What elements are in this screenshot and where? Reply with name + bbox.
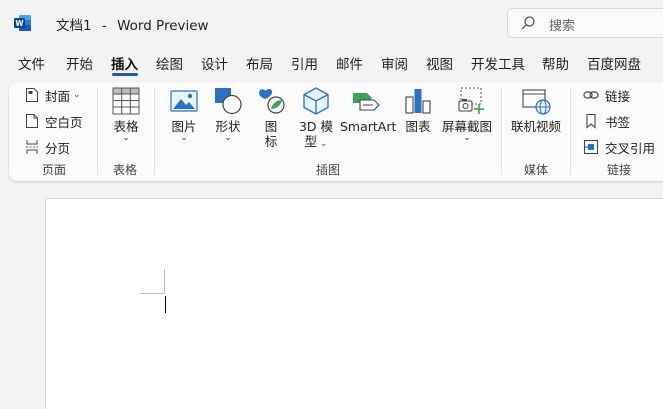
online-video-label: 联机视频 — [510, 119, 561, 134]
online-video-button[interactable]: 联机视频 — [510, 86, 562, 134]
search-box[interactable]: 搜索 — [507, 8, 663, 38]
illustrations-group-label: 插图 — [316, 163, 341, 177]
bookmark-icon — [586, 113, 596, 129]
ribbon-tabs: 文件 开始 插入 绘图 设计 布局 引用 邮件 审阅 视图 开发工具 帮助 百度… — [0, 48, 663, 78]
tab-insert[interactable]: 插入 — [111, 53, 138, 73]
smartart-button[interactable]: SmartArt — [340, 86, 397, 134]
screenshot-label: 屏幕截图 — [441, 119, 492, 134]
shapes-icon — [215, 88, 242, 115]
tab-draw[interactable]: 绘图 — [156, 53, 183, 73]
table-icon — [112, 87, 140, 115]
tab-review[interactable]: 审阅 — [381, 53, 408, 73]
chevron-down-icon: ⌄ — [224, 133, 232, 143]
title-bar: W 文档1 - Word Preview 搜索 — [0, 0, 663, 46]
tab-view[interactable]: 视图 — [426, 53, 453, 73]
page-break-icon — [26, 140, 38, 154]
text-cursor — [165, 296, 166, 313]
cover-page-button[interactable]: 封面 ⌄ — [25, 84, 81, 106]
chart-label: 图表 — [405, 119, 431, 134]
blank-page-button[interactable]: 空白页 — [25, 110, 83, 132]
document-name: 文档1 — [56, 18, 92, 34]
cover-page-icon — [26, 88, 38, 102]
tab-references[interactable]: 引用 — [291, 53, 318, 73]
chevron-down-icon: ⌄ — [319, 139, 328, 149]
pages-group-label: 页面 — [42, 163, 67, 177]
bookmark-button[interactable]: 书签 — [583, 110, 630, 132]
icons-label-line1: 图 — [264, 119, 278, 134]
shapes-button[interactable]: 形状 ⌄ — [211, 86, 245, 143]
table-button[interactable]: 表格 ⌄ — [109, 86, 143, 143]
search-icon — [521, 16, 535, 30]
tab-file[interactable]: 文件 — [18, 53, 45, 73]
tab-design[interactable]: 设计 — [201, 53, 228, 73]
search-placeholder: 搜索 — [549, 19, 576, 34]
tab-developer[interactable]: 开发工具 — [471, 53, 525, 73]
smartart-label: SmartArt — [340, 119, 397, 134]
chart-button[interactable]: 图表 — [401, 86, 435, 134]
bookmark-label: 书签 — [605, 114, 631, 130]
group-divider — [501, 88, 502, 175]
page-break-label: 分页 — [45, 140, 71, 156]
media-group-label: 媒体 — [524, 163, 549, 177]
page-break-button[interactable]: 分页 — [25, 136, 70, 158]
icons-button[interactable]: 图 标 — [256, 86, 286, 149]
screenshot-button[interactable]: 屏幕截图 ⌄ — [441, 86, 493, 143]
cross-reference-button[interactable]: 交叉引用 — [583, 136, 655, 158]
group-divider — [97, 88, 98, 175]
online-video-icon — [522, 89, 551, 115]
chevron-down-icon: ⌄ — [73, 90, 81, 100]
svg-text:W: W — [15, 19, 24, 28]
title-separator: - — [101, 18, 107, 34]
active-tab-indicator — [112, 73, 138, 76]
pictures-label: 图片 — [171, 119, 197, 134]
chevron-down-icon: ⌄ — [122, 133, 130, 143]
link-button[interactable]: 链接 — [583, 84, 630, 106]
screenshot-icon — [458, 87, 484, 114]
bar-chart-icon — [405, 89, 431, 114]
icons-icon — [259, 88, 285, 114]
document-page[interactable] — [45, 198, 663, 409]
smartart-icon — [353, 93, 380, 111]
tables-group-label: 表格 — [113, 163, 138, 177]
cross-reference-icon — [583, 139, 599, 155]
word-logo-icon: W — [14, 15, 31, 31]
tab-help[interactable]: 帮助 — [542, 53, 569, 73]
shapes-label: 形状 — [215, 119, 241, 134]
app-name: Word Preview — [117, 18, 209, 34]
chevron-down-icon: ⌄ — [180, 133, 188, 143]
blank-page-label: 空白页 — [45, 114, 83, 130]
tab-layout[interactable]: 布局 — [246, 53, 273, 73]
icons-label-line2: 标 — [264, 134, 278, 149]
ribbon-panel: 封面 ⌄ 空白页 分页 页面 表格 ⌄ 表格 图片 ⌄ 形状 ⌄ 图 标 3D … — [9, 82, 663, 181]
tab-mailings[interactable]: 邮件 — [336, 53, 363, 73]
chevron-down-icon: ⌄ — [463, 133, 471, 143]
3d-models-label-line2: 型 ⌄ — [298, 134, 334, 152]
3d-models-label-line2-text: 型 — [304, 134, 317, 149]
3d-models-button[interactable]: 3D 模 型 ⌄ — [298, 86, 334, 152]
margin-marker — [164, 269, 165, 294]
picture-icon — [170, 90, 198, 112]
cover-page-label: 封面 — [45, 88, 71, 104]
table-label: 表格 — [113, 119, 139, 134]
pictures-button[interactable]: 图片 ⌄ — [167, 86, 201, 143]
link-icon — [583, 91, 599, 99]
group-divider — [154, 88, 155, 175]
link-label: 链接 — [605, 88, 631, 104]
tab-baidu-netdisk[interactable]: 百度网盘 — [587, 53, 641, 73]
tab-home[interactable]: 开始 — [66, 53, 93, 73]
cross-reference-label: 交叉引用 — [605, 140, 656, 156]
margin-marker — [140, 293, 165, 294]
window-title: 文档1 - Word Preview — [56, 14, 209, 34]
links-group-label: 链接 — [607, 163, 632, 177]
group-divider — [570, 88, 571, 175]
3d-models-label-line1: 3D 模 — [298, 119, 334, 134]
cube-icon — [303, 87, 329, 115]
blank-page-icon — [26, 114, 38, 128]
